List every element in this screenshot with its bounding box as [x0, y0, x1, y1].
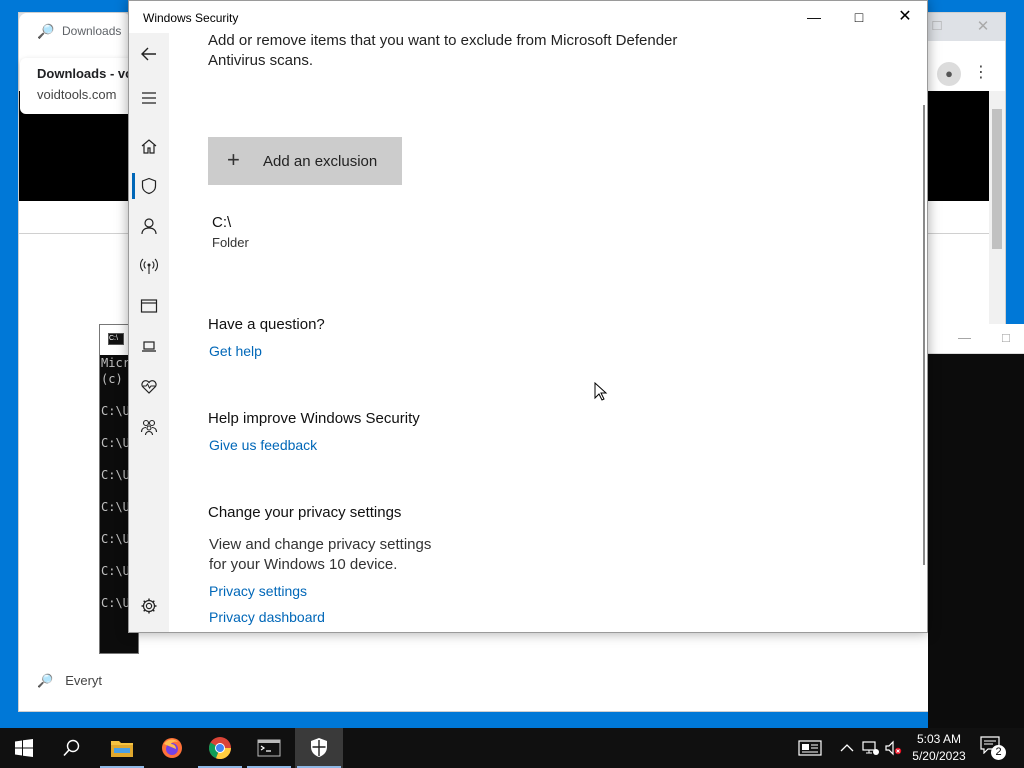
- cmd-line: C:\U: [101, 596, 130, 610]
- cmd-line: C:\U: [101, 564, 130, 578]
- laptop-icon[interactable]: [137, 335, 161, 357]
- chrome-icon: [208, 737, 232, 760]
- privacy-paragraph-line: for your Windows 10 device.: [209, 556, 398, 573]
- hamburger-icon[interactable]: [137, 87, 161, 109]
- start-button[interactable]: [0, 728, 48, 768]
- volume-muted-icon[interactable]: [884, 728, 902, 768]
- add-exclusion-button[interactable]: + Add an exclusion: [208, 137, 402, 185]
- maximize-button[interactable]: □: [845, 7, 873, 27]
- shield-icon[interactable]: [137, 175, 161, 197]
- active-nav-indicator: [132, 173, 135, 199]
- wireless-icon[interactable]: [137, 255, 161, 277]
- privacy-paragraph-line: View and change privacy settings: [209, 536, 432, 553]
- windows-security-button[interactable]: [295, 728, 343, 768]
- close-icon[interactable]: ✕: [973, 17, 993, 35]
- cmd-line: (c): [101, 372, 123, 386]
- search-button[interactable]: [48, 728, 96, 768]
- magnifier-key-icon: 🔎: [37, 23, 55, 39]
- cmd-icon: [257, 739, 281, 757]
- window-title: Windows Security: [143, 11, 239, 25]
- chrome-button[interactable]: [196, 728, 244, 768]
- browser-tab-label: Downloads: [62, 24, 122, 38]
- firefox-icon: [162, 738, 182, 758]
- family-icon[interactable]: [137, 416, 161, 438]
- question-heading: Have a question?: [208, 316, 325, 333]
- console-titlebar[interactable]: — □: [928, 324, 1024, 354]
- home-icon[interactable]: [137, 135, 161, 157]
- magnifier-key-icon: 🔎: [37, 673, 54, 688]
- more-menu-icon[interactable]: ⋮: [973, 62, 989, 82]
- minimize-icon[interactable]: —: [958, 330, 971, 345]
- clock-time: 5:03 AM: [916, 732, 962, 746]
- heart-pulse-icon[interactable]: [137, 375, 161, 397]
- cmd-line: C:\U: [101, 532, 130, 546]
- notification-center-button[interactable]: 2: [980, 736, 1006, 760]
- maximize-icon[interactable]: □: [927, 17, 947, 34]
- exclusion-type: Folder: [212, 235, 249, 250]
- minimize-button[interactable]: —: [800, 7, 828, 27]
- cmd-line: Micr: [101, 356, 130, 370]
- background-console-window: — □: [928, 324, 1024, 728]
- improve-heading: Help improve Windows Security: [208, 410, 420, 427]
- scrollbar-thumb[interactable]: [992, 109, 1002, 249]
- command-prompt-button[interactable]: [245, 728, 293, 768]
- gear-icon[interactable]: [137, 595, 161, 617]
- folder-icon: [111, 741, 133, 757]
- person-icon[interactable]: [137, 215, 161, 237]
- file-explorer-button[interactable]: [98, 728, 146, 768]
- windows-security-window: Windows Security — □ ✕ Add or remove ite…: [128, 0, 928, 633]
- clock-date: 5/20/2023: [912, 749, 966, 763]
- chevron-up-icon[interactable]: [840, 728, 854, 768]
- search-icon: [63, 739, 80, 757]
- privacy-dashboard-link[interactable]: Privacy dashboard: [209, 609, 325, 625]
- navigation-sidebar: [129, 33, 169, 632]
- search-result-text: Everyt: [65, 673, 103, 688]
- plus-icon: +: [227, 147, 240, 172]
- close-button[interactable]: ✕: [891, 7, 919, 27]
- cmd-line: C:\U: [101, 468, 130, 482]
- cmd-line: C:\U: [101, 500, 130, 514]
- get-help-link[interactable]: Get help: [209, 343, 262, 359]
- exclusion-path[interactable]: C:\: [212, 214, 231, 231]
- profile-avatar-icon[interactable]: ●: [937, 62, 961, 86]
- app-browser-icon[interactable]: [137, 295, 161, 317]
- search-result-row[interactable]: 🔎 Everyt: [37, 673, 102, 689]
- description-line: Antivirus scans.: [208, 52, 314, 69]
- network-icon[interactable]: [862, 728, 880, 768]
- add-exclusion-label: Add an exclusion: [263, 152, 378, 170]
- feedback-link[interactable]: Give us feedback: [209, 437, 317, 453]
- mouse-cursor-icon: [594, 382, 608, 401]
- description-line: Add or remove items that you want to exc…: [208, 32, 678, 49]
- back-icon[interactable]: [137, 43, 161, 65]
- shield-icon: [311, 738, 327, 757]
- cmd-line: C:\U: [101, 436, 130, 450]
- firefox-button[interactable]: [148, 728, 196, 768]
- exclusions-description: Add or remove items that you want to exc…: [208, 31, 728, 71]
- cmd-line: C:\U: [101, 404, 130, 418]
- cmd-icon: C:\: [108, 333, 124, 345]
- windows-logo-icon: [15, 739, 33, 757]
- scrollbar[interactable]: [923, 105, 925, 565]
- news-icon[interactable]: [798, 728, 822, 768]
- privacy-heading: Change your privacy settings: [208, 504, 402, 521]
- notification-count-badge: 2: [991, 745, 1006, 760]
- clock[interactable]: 5:03 AM 5/20/2023: [906, 731, 972, 765]
- privacy-paragraph: View and change privacy settings for you…: [209, 535, 431, 575]
- taskbar: 5:03 AM 5/20/2023 2: [0, 728, 1024, 768]
- privacy-settings-link[interactable]: Privacy settings: [209, 583, 307, 599]
- maximize-icon[interactable]: □: [1002, 330, 1010, 345]
